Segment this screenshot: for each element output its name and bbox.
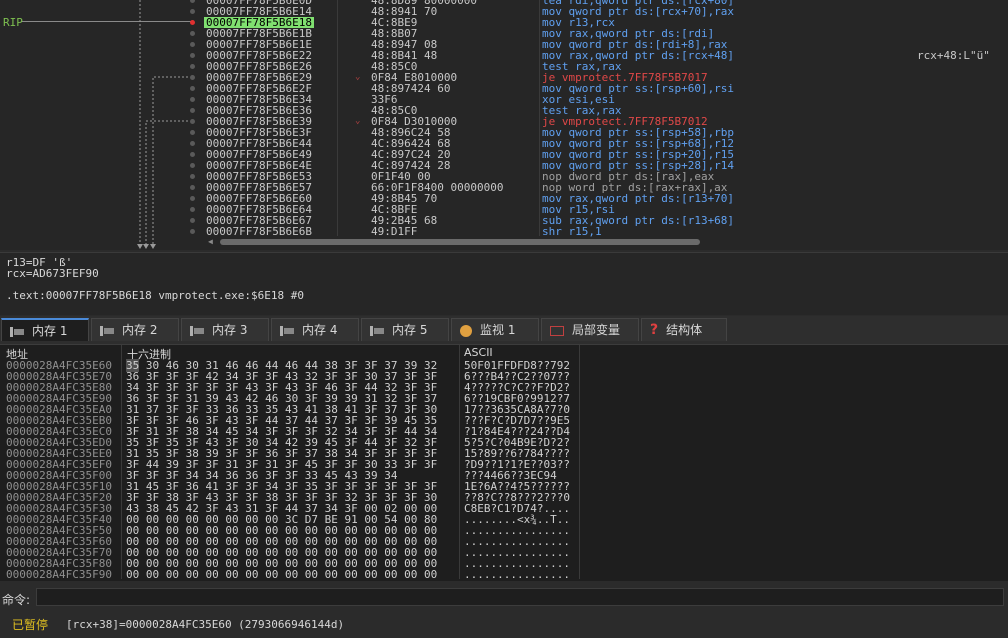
instruction-comment: rcx+48:L"ü"	[917, 49, 990, 62]
tab-7[interactable]: 局部变量	[541, 318, 639, 341]
breakpoint-slot-icon[interactable]	[190, 174, 195, 179]
command-input[interactable]	[36, 588, 1004, 606]
tab-label: 监视 1	[480, 323, 516, 337]
dump-tabs: 内存 1 内存 2 内存 3 内存 4 内存 5 监视 1 局部变量? 结构体	[0, 316, 1008, 345]
memory-icon	[10, 326, 24, 337]
tab-label: 内存 2	[122, 323, 158, 337]
scrollbar-thumb[interactable]	[220, 239, 700, 245]
column-header-ascii[interactable]: ASCII	[464, 346, 493, 359]
breakpoint-slot-icon[interactable]	[190, 42, 195, 47]
branch-gutter: RIP	[0, 0, 200, 250]
command-bar: 命令:	[0, 586, 1008, 610]
struct-icon: ?	[650, 322, 659, 338]
breakpoint-slot-icon[interactable]	[190, 31, 195, 36]
dump-address: 0000028A4FC35F90	[6, 568, 112, 581]
breakpoint-slot-icon[interactable]	[190, 185, 195, 190]
instruction-bytes: 49:D1FF	[371, 225, 418, 238]
disasm-row[interactable]: 00007FF78F5B6E6B 49:D1FF shr r15,1	[200, 226, 1008, 237]
tab-6[interactable]: 监视 1	[451, 318, 539, 341]
breakpoint-slot-icon[interactable]	[190, 53, 195, 58]
branch-lines-icon	[137, 0, 188, 249]
breakpoint-slot-icon[interactable]	[190, 108, 195, 113]
tab-4[interactable]: 内存 4	[271, 318, 359, 341]
locals-icon	[550, 325, 564, 336]
disasm-row[interactable]: 00007FF78F5B6E67 49:2B45 68 sub rax,qword …	[200, 215, 1008, 226]
tab-2[interactable]: 内存 2	[91, 318, 179, 341]
dump-ascii[interactable]: ................	[464, 569, 570, 580]
breakpoint-slot-icon[interactable]	[190, 218, 195, 223]
info-pane: r13=DF 'ß' rcx=AD673FEF90 .text:00007FF7…	[0, 252, 1008, 315]
memory-icon	[100, 325, 114, 336]
breakpoint-slot-icon[interactable]	[190, 75, 195, 80]
tab-label: 内存 5	[392, 323, 428, 337]
disassembly-view[interactable]: RIP 00007FF78F5B6E0D 48:8D89 80000000 lea …	[0, 0, 1008, 250]
instruction-address: 00007FF78F5B6E6B	[206, 225, 312, 238]
jump-arrow-icon: ⌄	[355, 72, 361, 82]
breakpoint-slot-icon[interactable]	[190, 97, 195, 102]
tab-3[interactable]: 内存 3	[181, 318, 269, 341]
breakpoint-slot-icon[interactable]	[190, 229, 195, 234]
info-line: rcx=AD673FEF90	[6, 267, 99, 280]
breakpoint-slot-icon[interactable]	[190, 152, 195, 157]
breakpoint-slot-icon[interactable]	[190, 119, 195, 124]
memory-icon	[190, 325, 204, 336]
horizontal-scrollbar[interactable]: ◀	[206, 237, 1008, 247]
tab-label: 结构体	[666, 323, 703, 337]
breakpoint-slot-icon[interactable]	[190, 9, 195, 14]
breakpoint-slot-icon[interactable]	[190, 207, 195, 212]
tab-label: 内存 3	[212, 323, 248, 337]
dump-row[interactable]: 0000028A4FC35F90 00 00 00 00 00 00 00 00 …	[0, 569, 1008, 580]
breakpoint-icon[interactable]	[190, 20, 195, 25]
breakpoint-slot-icon[interactable]	[190, 196, 195, 201]
breakpoint-slot-icon[interactable]	[190, 86, 195, 91]
memory-icon	[370, 325, 384, 336]
tab-label: 局部变量	[572, 323, 621, 337]
status-state: 已暂停	[12, 618, 49, 632]
status-message: [rcx+38]=0000028A4FC35E60 (2793066946144…	[66, 618, 345, 631]
watch-icon	[460, 324, 472, 337]
scroll-left-icon[interactable]: ◀	[208, 237, 213, 246]
breakpoint-slot-icon[interactable]	[190, 130, 195, 135]
info-line: .text:00007FF78F5B6E18 vmprotect.exe:$6E…	[6, 289, 305, 302]
breakpoint-slot-icon[interactable]	[190, 64, 195, 69]
status-bar: 已暂停 [rcx+38]=0000028A4FC35E60 (279306694…	[0, 612, 1008, 638]
memory-dump-view[interactable]: 地址 十六进制 ASCII 0000028A4FC35E60 35 30 46 3…	[0, 345, 1008, 581]
tab-label: 内存 1	[32, 324, 68, 338]
command-label: 命令:	[2, 593, 31, 607]
jump-arrow-icon: ⌄	[355, 116, 361, 126]
dump-hex[interactable]: 00 00 00 00 00 00 00 00 00 00 00 00 00 0…	[126, 569, 437, 580]
breakpoint-slot-icon[interactable]	[190, 141, 195, 146]
breakpoint-slot-icon[interactable]	[190, 163, 195, 168]
tab-8[interactable]: ? 结构体	[641, 318, 727, 341]
tab-1[interactable]: 内存 1	[1, 318, 89, 341]
instruction-text: shr r15,1	[542, 225, 602, 238]
tab-5[interactable]: 内存 5	[361, 318, 449, 341]
tab-label: 内存 4	[302, 323, 338, 337]
memory-icon	[280, 325, 294, 336]
